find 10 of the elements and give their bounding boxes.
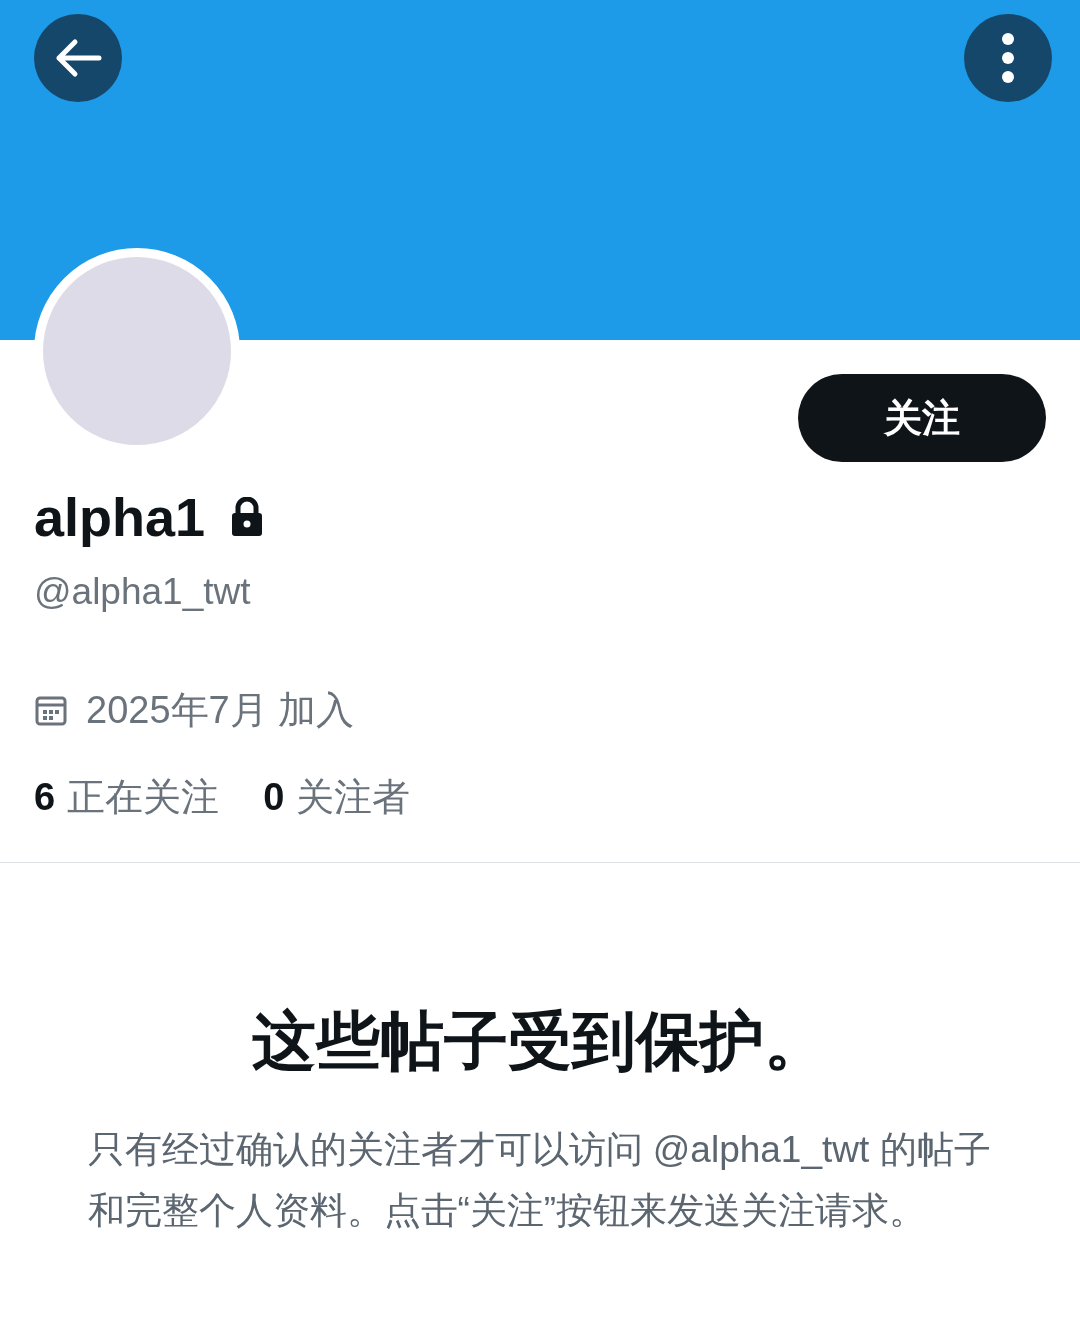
profile-handle: @alpha1_twt xyxy=(34,570,252,614)
stat-label: 正在关注 xyxy=(67,774,220,820)
joined-date: 2025年7月 加入 xyxy=(86,687,355,733)
follow-button[interactable]: 关注 xyxy=(798,374,1046,462)
stat-count: 6 xyxy=(34,774,56,820)
stat-label: 关注者 xyxy=(296,774,411,820)
notice-text: 只有经过确认的关注者才可以访问 @alpha1_twt 的帖子和完整个人资料。点击“关注”按钮来发送关注请求。 xyxy=(87,1127,992,1233)
notice-title: 这些帖子受到保护。 xyxy=(252,1003,828,1079)
stat-count: 0 xyxy=(263,774,285,820)
more-icon xyxy=(1001,32,1015,84)
